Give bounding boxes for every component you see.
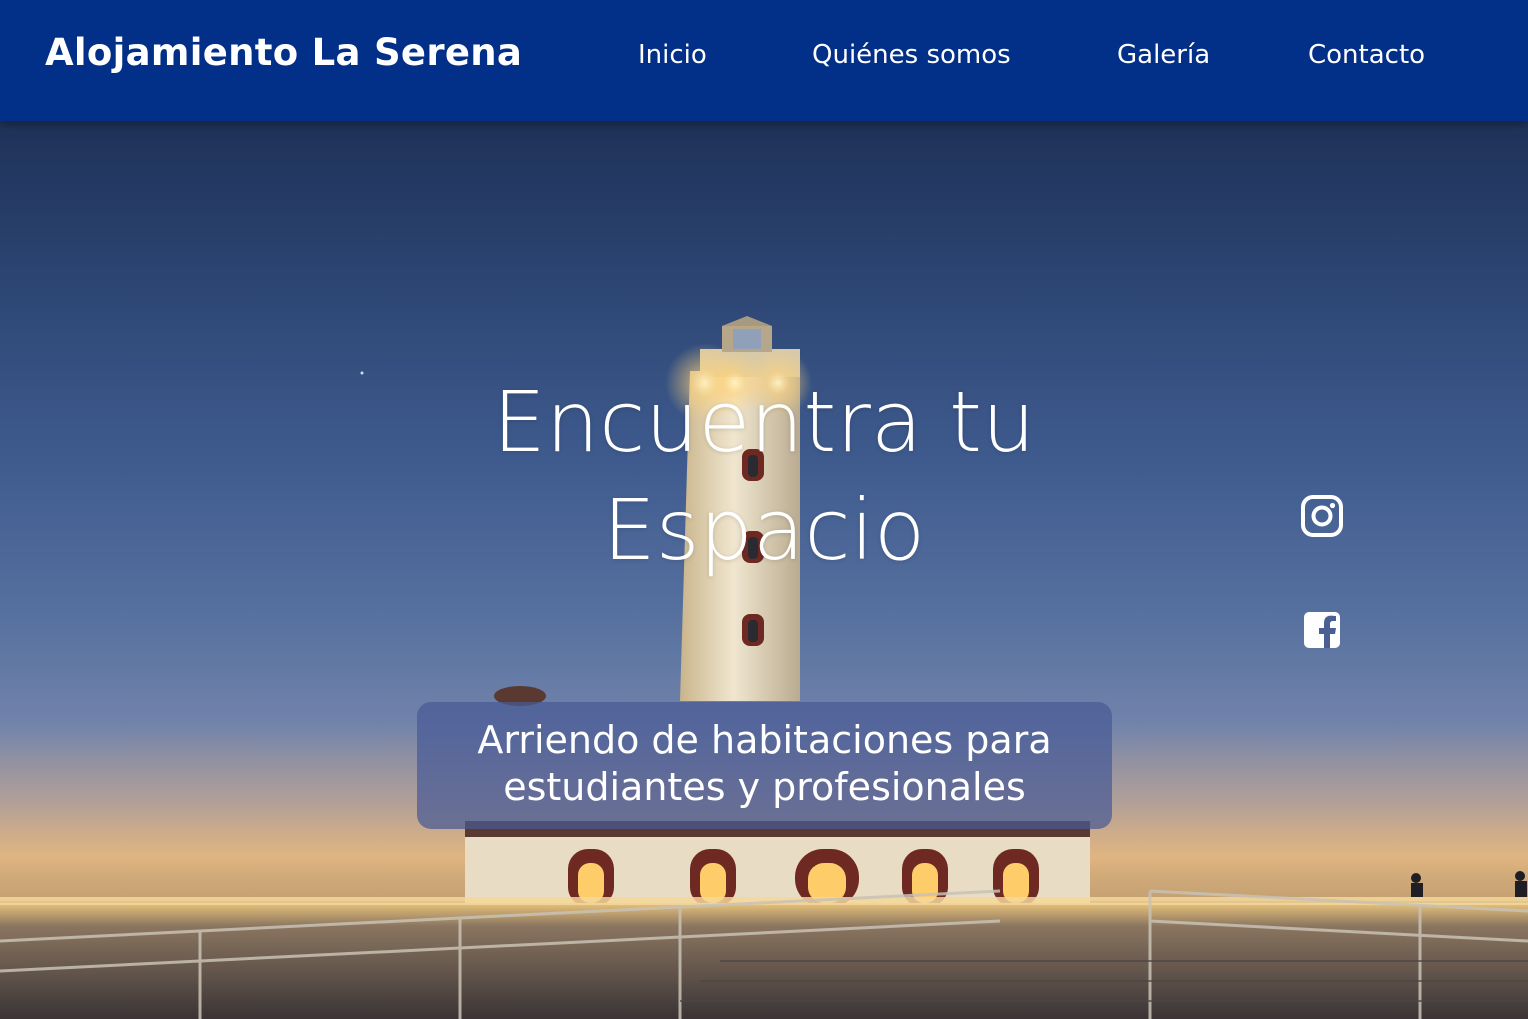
hero-section: Encuentra tu Espacio Arriendo de habitac…: [0, 121, 1528, 1019]
brand-logo-link[interactable]: Alojamiento La Serena: [45, 31, 522, 74]
facebook-icon[interactable]: [1300, 608, 1344, 652]
nav-link-contacto[interactable]: Contacto: [1308, 40, 1425, 70]
hero-subtitle-line-1: Arriendo de habitaciones para: [477, 718, 1052, 762]
hero-subtitle-line-2: estudiantes y profesionales: [503, 765, 1026, 809]
page: Alojamiento La Serena Inicio Quiénes som…: [0, 0, 1528, 1019]
instagram-icon[interactable]: [1300, 494, 1344, 538]
nav-link-inicio[interactable]: Inicio: [638, 40, 707, 70]
nav-link-galeria[interactable]: Galería: [1117, 40, 1210, 70]
nav-link-quienes-somos[interactable]: Quiénes somos: [812, 40, 1011, 70]
navbar: Alojamiento La Serena Inicio Quiénes som…: [0, 0, 1528, 121]
hero-subtitle-box: Arriendo de habitaciones para estudiante…: [417, 702, 1112, 829]
hero-title-line-2: Espacio: [602, 481, 926, 579]
hero-title: Encuentra tu Espacio: [364, 368, 1164, 584]
hero-title-line-1: Encuentra tu: [492, 373, 1036, 471]
